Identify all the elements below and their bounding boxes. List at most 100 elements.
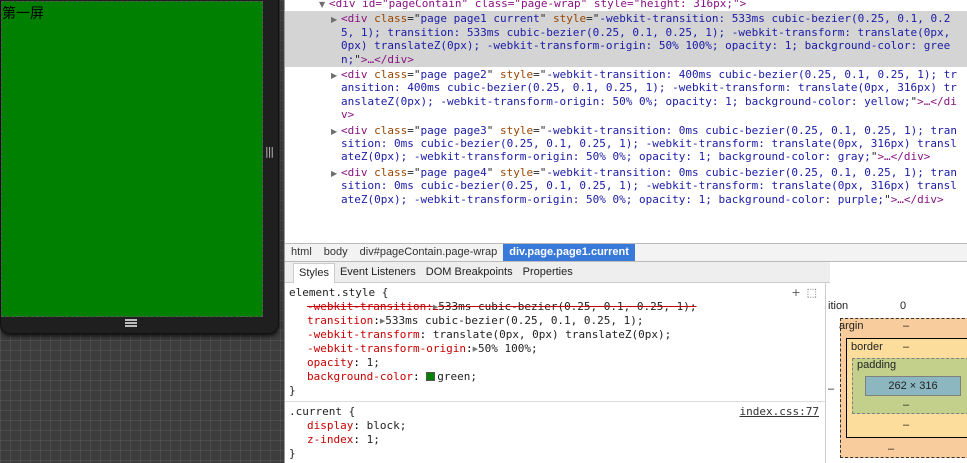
breadcrumb-item-html[interactable]: html — [285, 244, 318, 261]
attr-style-name: style — [552, 12, 587, 26]
resize-handle-bottom-icon[interactable] — [125, 319, 137, 327]
expand-triangle-icon[interactable]: ▶ — [331, 125, 337, 138]
elements-tree: ▼ <div id="pageContain" class="page-wrap… — [285, 0, 967, 243]
padding-label: padding — [857, 359, 897, 371]
property-value: green; — [437, 370, 477, 383]
breadcrumb-item-body[interactable]: body — [318, 244, 354, 261]
margin-label: argin — [839, 320, 864, 332]
property-value: 1; — [366, 356, 380, 369]
rule-toolbar: + ⬚ — [785, 286, 817, 300]
property-value: 50% 100%; — [477, 342, 538, 355]
tab-properties[interactable]: Properties — [518, 263, 578, 282]
property-value: 533ms cubic-bezier(0.25, 0.1, 0.25, 1); — [385, 314, 644, 327]
breadcrumb: html body div#pageContain.page-wrap div.… — [285, 243, 967, 262]
color-swatch-icon[interactable] — [426, 372, 436, 381]
source-link[interactable]: index.css:77 — [740, 405, 819, 419]
property-name: -webkit-transition — [307, 300, 427, 313]
attr-class-value: page page2 — [420, 68, 487, 82]
style-property[interactable]: transition:▶533ms cubic-bezier(0.25, 0.1… — [289, 314, 821, 328]
tree-node-page1[interactable]: ▶ <div class="page page1 current" style=… — [285, 11, 967, 68]
breadcrumb-item-page1[interactable]: div.page.page1.current — [503, 244, 635, 261]
content-size: 262 × 316 — [888, 380, 938, 392]
collapse-triangle-icon[interactable]: ▼ — [319, 0, 325, 11]
tag-close: >…</div> — [360, 52, 414, 66]
new-rule-icon[interactable]: + — [791, 286, 800, 299]
attr-class-value: page page4 — [420, 165, 487, 179]
border-bottom-value: – — [903, 419, 910, 431]
tree-node-page3[interactable]: ▶ <div class="page page3" style="-webkit… — [285, 123, 967, 165]
tab-event-listeners[interactable]: Event Listeners — [335, 263, 421, 282]
margin-bottom-value: – — [888, 443, 895, 455]
property-value: translate(0px, 0px) translateZ(0px); — [432, 328, 672, 341]
device-screen[interactable]: 第一屏 — [1, 1, 263, 317]
style-property[interactable]: background-color: green; — [289, 370, 821, 384]
style-property[interactable]: -webkit-transform-origin:▶50% 100%; — [289, 342, 821, 356]
breadcrumb-item-pagecontain[interactable]: div#pageContain.page-wrap — [354, 244, 504, 261]
rule-current: .current { index.css:77 display: block; … — [285, 402, 825, 463]
computed-value: 0 — [900, 300, 907, 312]
rule-close-brace: } — [289, 447, 296, 460]
property-value: 1; — [366, 433, 380, 446]
expand-triangle-icon[interactable]: ▶ — [331, 167, 337, 180]
padding-bottom-value: – — [903, 399, 910, 411]
tree-node-page2[interactable]: ▶ <div class="page page2" style="-webkit… — [285, 67, 967, 123]
border-label: border — [851, 341, 883, 353]
expand-triangle-icon[interactable]: ▶ — [331, 13, 337, 26]
style-property[interactable]: -webkit-transition:▶533ms cubic-bezier(0… — [289, 300, 821, 314]
rule-close-brace: } — [289, 384, 296, 397]
sidebar-tabs: Styles Event Listeners DOM Breakpoints P… — [285, 262, 830, 283]
rule-selector[interactable]: element.style { — [289, 286, 821, 300]
property-name: transition — [307, 314, 374, 327]
box-model-content: 262 × 316 — [865, 376, 961, 396]
expand-triangle-icon[interactable]: ▶ — [331, 69, 337, 82]
device-emulation-pane: 第一屏 ||| — [0, 0, 284, 463]
style-property[interactable]: opacity: 1; — [289, 356, 821, 370]
property-name: -webkit-transform — [307, 328, 420, 341]
attr-class-name: class — [374, 123, 408, 137]
tag-close: >…</div> — [877, 150, 931, 164]
tag-open: <div — [341, 123, 375, 137]
attr-style-name: style — [499, 68, 534, 82]
tab-styles[interactable]: Styles — [293, 263, 335, 283]
tree-node-page4[interactable]: ▶ <div class="page page4" style="-webkit… — [285, 165, 967, 207]
tree-node-content: <div class="page page2" style="-webkit-t… — [341, 68, 957, 122]
property-name: display — [307, 419, 354, 432]
styles-pane: element.style { + ⬚ -webkit-transition:▶5… — [285, 283, 825, 463]
tab-dom-breakpoints[interactable]: DOM Breakpoints — [421, 263, 518, 282]
rule-element-style: element.style { + ⬚ -webkit-transition:▶5… — [285, 283, 825, 402]
tree-node-text: <div id="pageContain" class="page-wrap" … — [329, 0, 747, 10]
metrics-pane: ition 0 argin – border – – padding – 262… — [825, 283, 967, 463]
border-top-value: – — [903, 341, 910, 353]
attr-class-name: class — [374, 165, 408, 179]
padding-left-value: – — [828, 383, 835, 395]
tag-open: <div — [341, 68, 375, 82]
attr-class-name: class — [374, 68, 408, 82]
margin-top-value: – — [903, 320, 910, 332]
tree-node-content: <div class="page page1 current" style="-… — [341, 12, 951, 66]
computed-label: ition — [828, 300, 849, 312]
style-property[interactable]: z-index: 1; — [289, 433, 821, 447]
attr-class-value: page page1 current — [420, 12, 540, 26]
tree-node-pagecontain[interactable]: ▼ <div id="pageContain" class="page-wrap… — [285, 0, 967, 11]
device-frame: 第一屏 ||| — [0, 0, 279, 334]
tree-node-content: <div class="page page3" style="-webkit-t… — [341, 123, 957, 164]
style-property[interactable]: -webkit-transform: translate(0px, 0px) t… — [289, 328, 821, 342]
screen-text: 第一屏 — [2, 6, 44, 22]
computed-transition-row: ition 0 — [826, 300, 967, 316]
attr-style-name: style — [499, 123, 534, 137]
tree-node-content: <div class="page page4" style="-webkit-t… — [341, 165, 957, 206]
property-name: background-color — [307, 370, 413, 383]
devtools-panel: ▼ <div id="pageContain" class="page-wrap… — [284, 0, 967, 463]
style-property[interactable]: display: block; — [289, 419, 821, 433]
property-name: z-index — [307, 433, 354, 446]
resize-handle-right-icon[interactable]: ||| — [265, 146, 274, 157]
tag-open: <div — [341, 165, 375, 179]
tag-close: >…</div> — [890, 192, 944, 206]
attr-class-value: page page3 — [420, 123, 487, 137]
property-value: block; — [366, 419, 407, 432]
element-state-icon[interactable]: ⬚ — [807, 286, 817, 299]
attr-style-name: style — [499, 165, 534, 179]
property-value: 533ms cubic-bezier(0.25, 0.1, 0.25, 1); — [438, 300, 697, 313]
property-name: -webkit-transform-origin — [307, 342, 466, 355]
attr-class-name: class — [374, 12, 408, 26]
